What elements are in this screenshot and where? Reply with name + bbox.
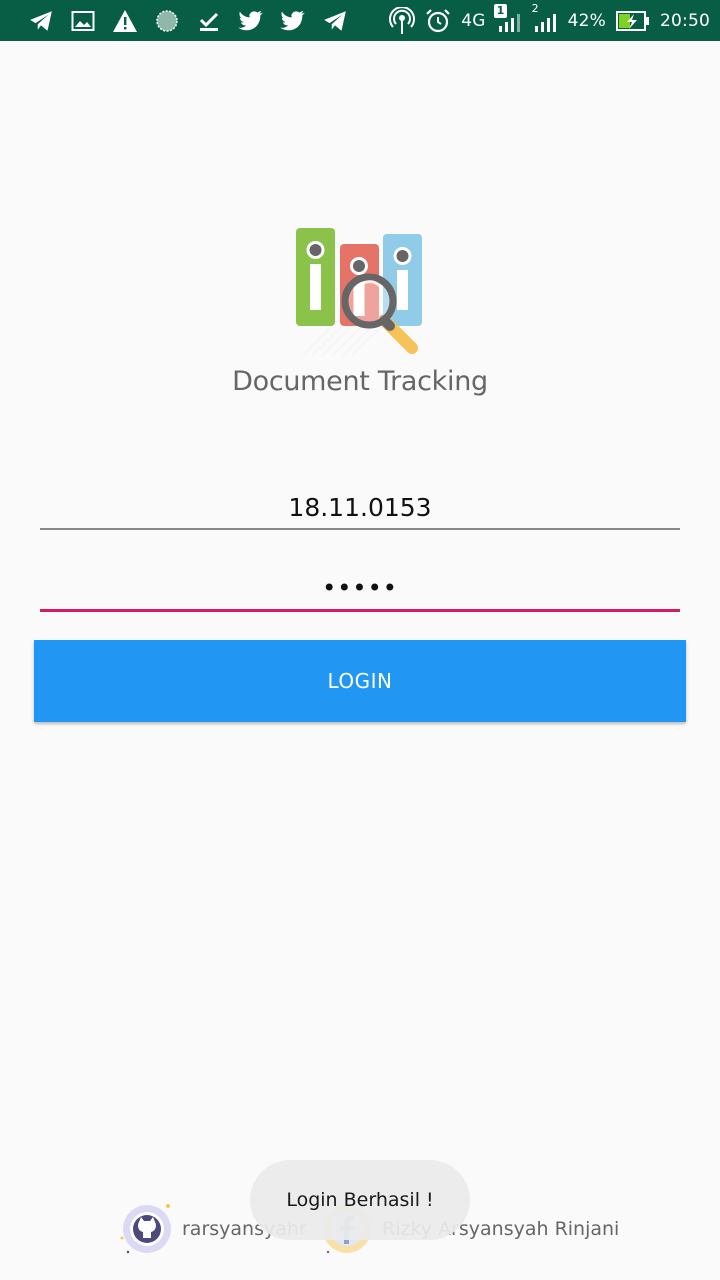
telegram-icon xyxy=(28,8,54,34)
login-success-toast: Login Berhasil ! xyxy=(250,1160,470,1240)
document-search-logo xyxy=(292,224,432,359)
status-bar: 4G 1 2 42% 20:50 xyxy=(0,0,720,41)
sim2-badge: 2 xyxy=(531,1,539,15)
password-input[interactable] xyxy=(40,566,680,612)
battery-percent: 42% xyxy=(567,10,606,31)
clock: 20:50 xyxy=(660,10,710,31)
alarm-icon xyxy=(425,8,451,34)
login-button[interactable]: LOGIN xyxy=(34,640,686,722)
signal-sim2-icon: 2 xyxy=(532,2,558,34)
sim1-badge: 1 xyxy=(493,3,508,18)
twitter-icon xyxy=(238,8,264,34)
battery-charging-icon xyxy=(616,10,650,32)
username-input[interactable] xyxy=(40,486,680,530)
hotspot-icon xyxy=(389,6,416,35)
app-title: Document Tracking xyxy=(232,366,488,397)
network-type: 4G xyxy=(461,10,486,31)
telegram-icon xyxy=(322,8,348,34)
system-icons: 4G 1 2 42% 20:50 xyxy=(389,2,710,35)
github-icon xyxy=(118,1200,176,1258)
notification-icons xyxy=(28,8,389,34)
signal-sim1-icon: 1 xyxy=(493,3,522,34)
gallery-icon xyxy=(70,8,96,34)
download-done-icon xyxy=(196,8,222,34)
toast-message: Login Berhasil ! xyxy=(286,1189,434,1211)
twitter-icon xyxy=(280,8,306,34)
warning-icon xyxy=(112,8,138,34)
sync-icon xyxy=(154,8,180,34)
